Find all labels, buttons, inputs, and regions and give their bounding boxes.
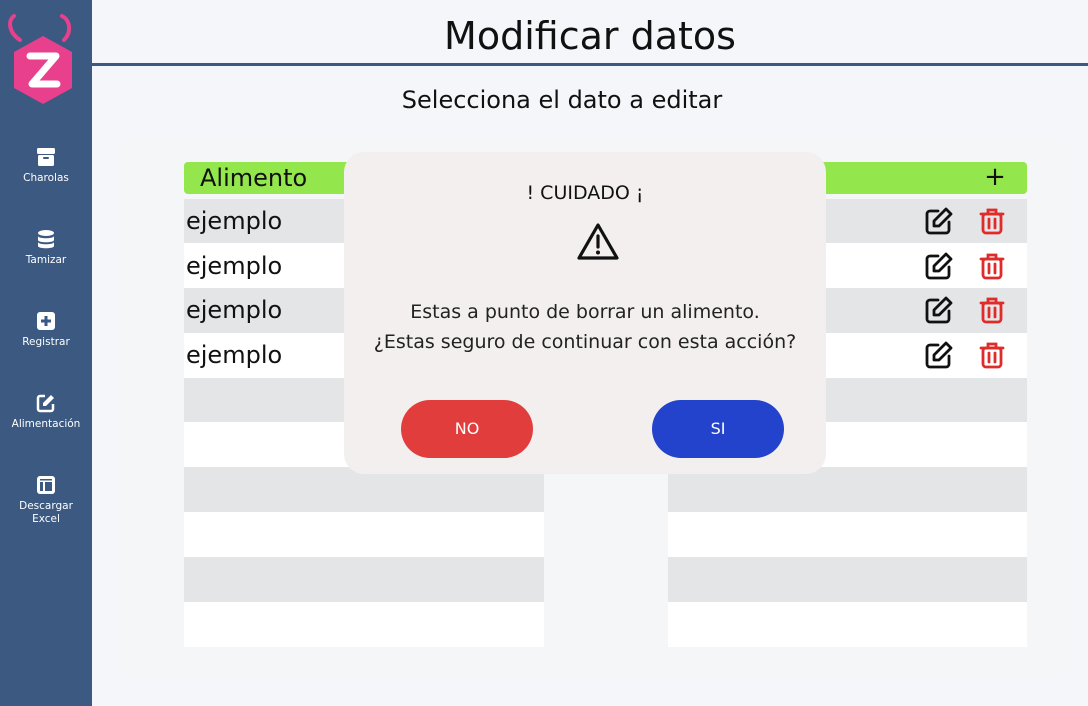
- plus-square-icon: [37, 312, 55, 330]
- modal-message: Estas a punto de borrar un alimento. ¿Es…: [344, 297, 826, 357]
- table-row: [668, 557, 1027, 602]
- title-divider: [92, 63, 1088, 66]
- warning-icon: [577, 223, 619, 260]
- layout-icon: [37, 476, 55, 494]
- nav-descargar-excel[interactable]: Descargar Excel: [0, 474, 92, 526]
- table-row: [184, 512, 544, 557]
- trash-icon[interactable]: [977, 340, 1007, 370]
- nav-label: Tamizar: [25, 254, 67, 266]
- nav-charolas[interactable]: Charolas: [0, 146, 92, 185]
- edit-icon[interactable]: [924, 340, 954, 370]
- row-alimento-name: ejemplo: [186, 207, 283, 235]
- modal-title: ! CUIDADO ¡: [526, 182, 644, 204]
- table-row: [184, 602, 544, 647]
- add-button[interactable]: +: [980, 162, 1010, 194]
- edit-icon[interactable]: [924, 206, 954, 236]
- page-subtitle: Selecciona el dato a editar: [401, 86, 723, 114]
- nav-registrar[interactable]: Registrar: [0, 310, 92, 349]
- row-alimento-name: ejemplo: [186, 296, 283, 324]
- column-header-alimento: Alimento: [200, 164, 308, 192]
- row-alimento-name: ejemplo: [186, 252, 283, 280]
- table-row: [184, 557, 544, 602]
- app-logo: [8, 14, 72, 104]
- database-icon: [38, 230, 54, 249]
- table-row: [668, 512, 1027, 557]
- nav-label: Alimentación: [11, 418, 81, 430]
- confirm-delete-modal: ! CUIDADO ¡ Estas a punto de borrar un a…: [344, 152, 826, 474]
- trash-icon[interactable]: [977, 251, 1007, 281]
- edit-icon[interactable]: [924, 251, 954, 281]
- nav-label: Charolas: [23, 172, 69, 184]
- row-alimento-name: ejemplo: [186, 341, 283, 369]
- modal-message-line1: Estas a punto de borrar un alimento.: [410, 301, 760, 323]
- modal-message-line2: ¿Estas seguro de continuar con esta acci…: [373, 331, 797, 353]
- archive-icon: [37, 148, 55, 166]
- nav-alimentacion[interactable]: Alimentación: [0, 392, 92, 431]
- nav-label: Registrar: [22, 336, 70, 348]
- no-button[interactable]: NO: [401, 400, 533, 458]
- table-row: [668, 602, 1027, 647]
- trash-icon[interactable]: [977, 295, 1007, 325]
- sidebar: Charolas Tamizar Registrar Alimentación: [0, 0, 92, 706]
- edit-square-icon: [36, 394, 55, 413]
- trash-icon[interactable]: [977, 206, 1007, 236]
- edit-icon[interactable]: [924, 295, 954, 325]
- si-button[interactable]: SI: [652, 400, 784, 458]
- nav-tamizar[interactable]: Tamizar: [0, 228, 92, 267]
- page-title: Modificar datos: [444, 14, 736, 58]
- nav-label: Descargar Excel: [19, 500, 73, 525]
